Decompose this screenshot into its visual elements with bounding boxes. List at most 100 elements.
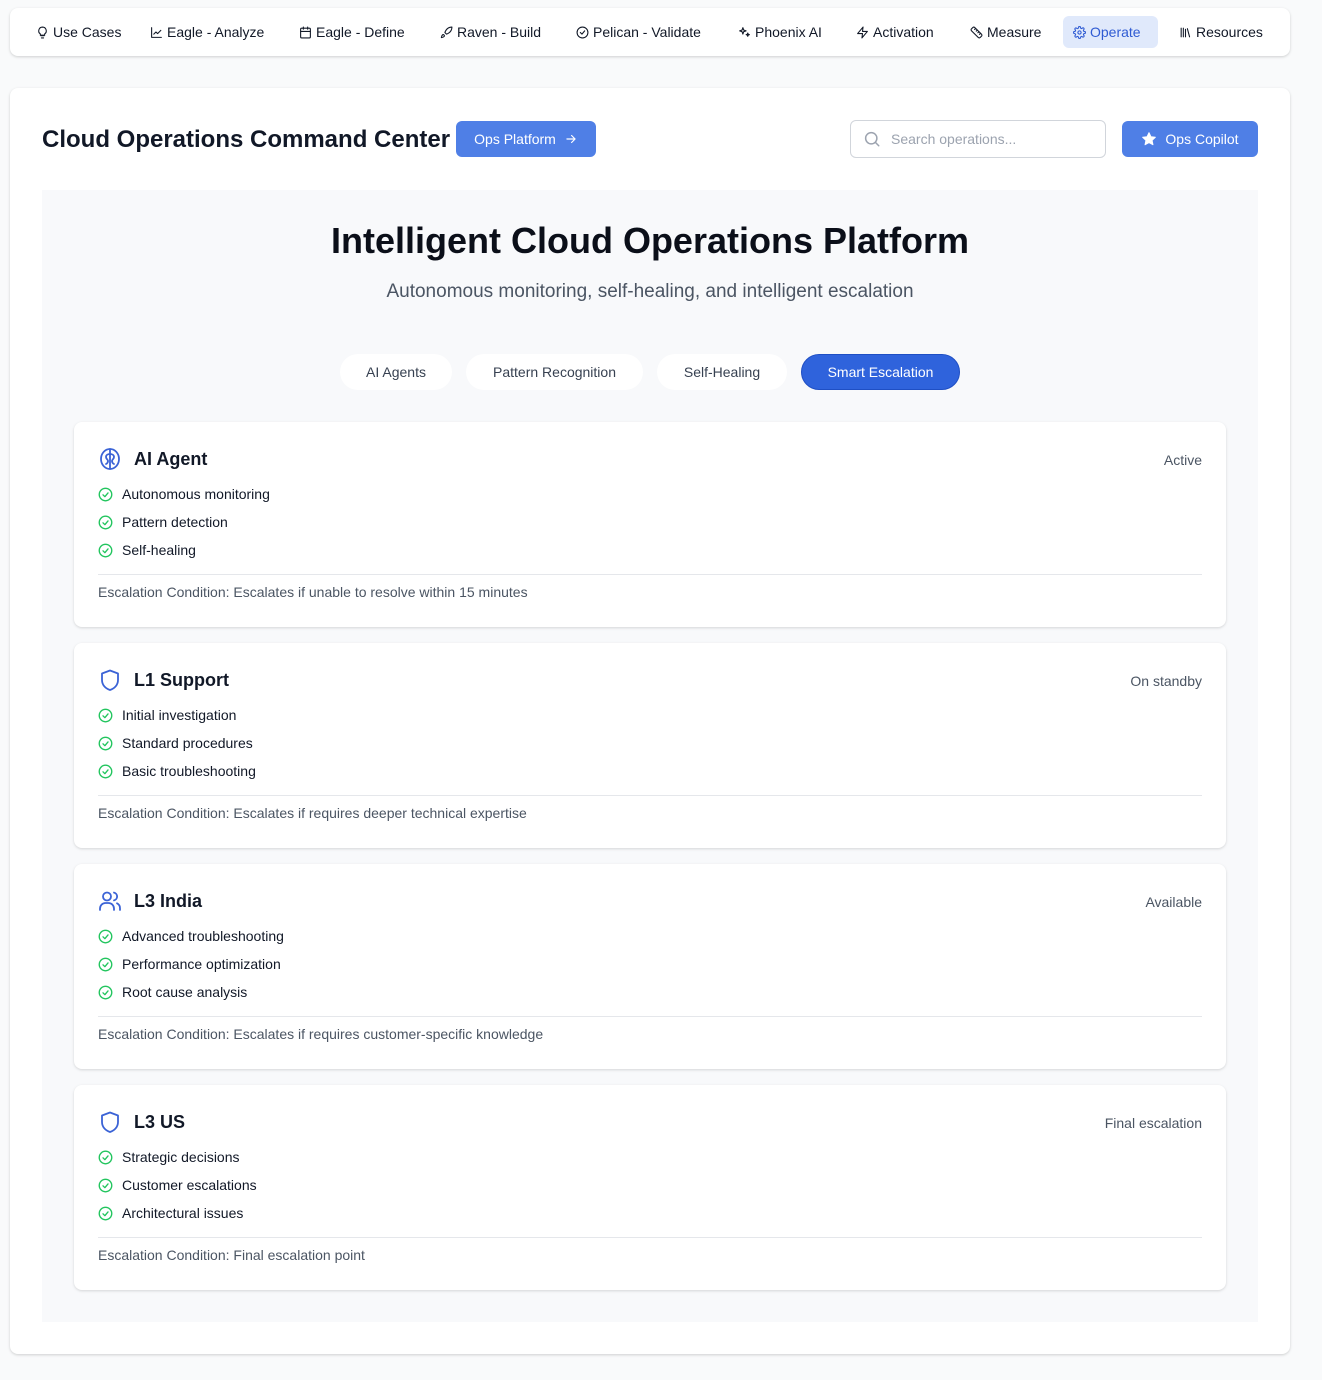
tier-feature: Root cause analysis — [98, 984, 247, 1000]
check-circle-icon — [98, 1206, 113, 1220]
rocket-icon — [440, 26, 453, 38]
escalation-condition: Escalation Condition: Escalates if unabl… — [98, 584, 528, 600]
tier-feature-label: Architectural issues — [122, 1205, 244, 1221]
ruler-icon — [970, 26, 983, 38]
tier-feature: Architectural issues — [98, 1205, 243, 1221]
tier-feature-label: Root cause analysis — [122, 984, 248, 1000]
nav-item-activation[interactable]: Activation — [846, 16, 944, 48]
hero-title: Intelligent Cloud Operations Platform — [330, 220, 970, 261]
nav-item-resources[interactable]: Resources — [1169, 16, 1273, 48]
tier-feature-label: Strategic decisions — [122, 1149, 240, 1165]
search-box — [850, 120, 1106, 158]
nav-item-operate[interactable]: Operate — [1063, 16, 1158, 48]
nav-item-label: Phoenix AI — [755, 24, 822, 40]
escalation-condition: Escalation Condition: Final escalation p… — [98, 1247, 365, 1263]
tab-self-healing[interactable]: Self-Healing — [657, 354, 787, 390]
check-circle-icon — [98, 764, 113, 778]
calendar-icon — [300, 26, 311, 38]
tier-status: Available — [1145, 894, 1202, 910]
divider — [98, 1237, 1202, 1238]
tab-pattern-recognition[interactable]: Pattern Recognition — [466, 354, 643, 390]
page-title: Cloud Operations Command Center — [42, 126, 451, 153]
check-circle-icon — [98, 929, 113, 943]
hero-subtitle: Autonomous monitoring, self-healing, and… — [386, 281, 914, 302]
brain-icon — [100, 448, 120, 470]
tier-feature-label: Autonomous monitoring — [122, 486, 270, 502]
gear-icon — [1073, 25, 1086, 39]
ops-copilot-label: Ops Copilot — [1165, 131, 1239, 147]
nav-item-eagle-analyze[interactable]: Eagle - Analyze — [140, 16, 274, 48]
tier-feature: Autonomous monitoring — [98, 486, 270, 502]
tier-feature-label: Performance optimization — [122, 956, 281, 972]
tier-feature: Basic troubleshooting — [98, 763, 256, 779]
tier-feature-label: Customer escalations — [122, 1177, 257, 1193]
tier-feature-label: Pattern detection — [122, 514, 228, 530]
main-content: Cloud Operations Command Center Ops Plat… — [10, 88, 1290, 1354]
tier-card-ai-agent: AI Agent Active Autonomous monitoring Pa… — [74, 422, 1226, 627]
divider — [98, 574, 1202, 575]
tier-feature: Self-healing — [98, 542, 196, 558]
tier-feature: Standard procedures — [98, 735, 253, 751]
check-circle-icon — [98, 736, 113, 750]
nav-item-eagle-define[interactable]: Eagle - Define — [289, 16, 415, 48]
tier-icon-wrap — [98, 889, 122, 913]
tier-feature: Strategic decisions — [98, 1149, 240, 1165]
tier-icon-wrap — [98, 447, 122, 471]
check-circle-icon — [98, 1150, 113, 1164]
nav-item-phoenix-ai[interactable]: Phoenix AI — [728, 16, 832, 48]
search-icon — [864, 131, 880, 147]
tier-feature-label: Advanced troubleshooting — [122, 928, 284, 944]
nav-item-use-cases[interactable]: Use Cases — [26, 16, 131, 48]
nav-item-measure[interactable]: Measure — [960, 16, 1051, 48]
ops-platform-label: Ops Platform — [474, 131, 556, 147]
tier-title: L3 US — [134, 1112, 186, 1132]
tier-title: L3 India — [134, 891, 203, 911]
tier-feature-label: Initial investigation — [122, 707, 237, 723]
tier-icon-wrap — [98, 1110, 122, 1134]
star-icon — [1142, 132, 1157, 146]
platform-panel: Intelligent Cloud Operations Platform Au… — [42, 190, 1258, 1322]
tier-feature-label: Self-healing — [122, 542, 196, 558]
arrow-right-icon — [566, 134, 576, 144]
tier-card-l3-india: L3 India Available Advanced troubleshoot… — [74, 864, 1226, 1069]
tier-feature: Customer escalations — [98, 1177, 257, 1193]
nav-item-label: Use Cases — [53, 24, 122, 40]
check-circle-icon — [98, 708, 113, 722]
search-input[interactable] — [891, 131, 1091, 147]
tier-status: Final escalation — [1104, 1115, 1202, 1131]
ops-platform-button[interactable]: Ops Platform — [456, 121, 596, 157]
tab-ai-agents[interactable]: AI Agents — [340, 354, 452, 390]
nav-item-label: Operate — [1090, 24, 1141, 40]
tier-feature: Performance optimization — [98, 956, 281, 972]
check-circle-icon — [98, 1178, 113, 1192]
check-circle-icon — [98, 543, 113, 557]
line-chart-icon — [151, 26, 162, 38]
divider — [98, 1016, 1202, 1017]
shield-icon — [101, 669, 119, 691]
zap-icon — [857, 26, 868, 38]
escalation-condition: Escalation Condition: Escalates if requi… — [98, 805, 527, 821]
tier-icon-wrap — [98, 668, 122, 692]
tier-feature: Pattern detection — [98, 514, 228, 530]
tier-feature-label: Basic troubleshooting — [122, 763, 256, 779]
tab-smart-escalation[interactable]: Smart Escalation — [801, 354, 960, 390]
nav-item-pelican-validate[interactable]: Pelican - Validate — [566, 16, 711, 48]
sparkles-icon — [739, 26, 750, 37]
check-circle-icon — [98, 487, 113, 501]
top-navigation: Use Cases Eagle - Analyze Eagle - Define… — [10, 8, 1290, 56]
tier-feature: Initial investigation — [98, 707, 236, 723]
tier-feature-label: Standard procedures — [122, 735, 253, 751]
nav-item-label: Resources — [1196, 24, 1263, 40]
tier-card-l3-us: L3 US Final escalation Strategic decisio… — [74, 1085, 1226, 1290]
nav-item-label: Eagle - Define — [316, 24, 405, 40]
divider — [98, 795, 1202, 796]
tier-title: L1 Support — [134, 670, 229, 690]
nav-item-label: Raven - Build — [457, 24, 542, 40]
ops-copilot-button[interactable]: Ops Copilot — [1122, 121, 1258, 157]
escalation-condition: Escalation Condition: Escalates if requi… — [98, 1026, 544, 1042]
check-circle-icon — [576, 26, 589, 38]
nav-item-raven-build[interactable]: Raven - Build — [430, 16, 551, 48]
check-circle-icon — [98, 985, 113, 999]
nav-item-label: Measure — [987, 24, 1042, 40]
tier-title: AI Agent — [134, 449, 208, 469]
